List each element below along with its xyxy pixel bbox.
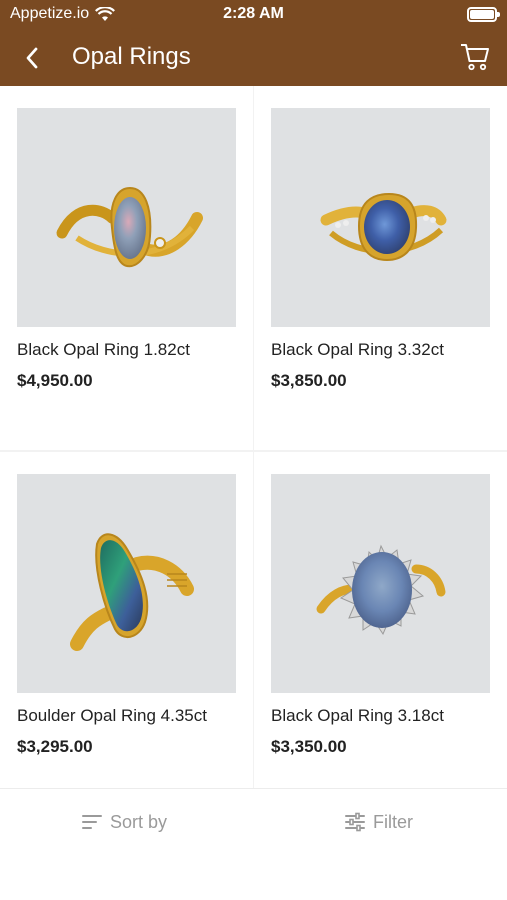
status-time: 2:28 AM <box>223 5 284 22</box>
opal-ring-photo <box>70 533 194 651</box>
product-price: $3,295.00 <box>17 737 93 756</box>
product-price: $4,950.00 <box>17 371 93 390</box>
product-image <box>17 108 236 327</box>
filter-button[interactable]: Filter <box>345 807 413 837</box>
product-price: $3,850.00 <box>271 371 347 390</box>
product-name: Black Opal Ring 1.82ct <box>17 340 190 359</box>
filter-icon <box>345 812 365 832</box>
bottom-toolbar: Sort by Filter <box>0 788 507 900</box>
app-header: Appetize.io 2:28 AM Opal Rings <box>0 0 507 86</box>
filter-label: Filter <box>373 811 413 832</box>
opal-ring-photo <box>56 186 203 268</box>
product-name: Black Opal Ring 3.18ct <box>271 706 444 725</box>
navigation-bar: Opal Rings <box>0 34 507 84</box>
product-grid: Black Opal Ring 1.82ct $4,950.00 Black O… <box>0 86 507 788</box>
product-image <box>271 108 490 327</box>
back-button[interactable] <box>14 40 50 76</box>
cart-icon <box>461 44 489 71</box>
product-name: Boulder Opal Ring 4.35ct <box>17 706 207 725</box>
product-card[interactable]: Black Opal Ring 1.82ct $4,950.00 <box>0 86 253 450</box>
product-card[interactable]: Black Opal Ring 3.18ct $3,350.00 <box>254 452 507 788</box>
page-title: Opal Rings <box>72 43 191 70</box>
sort-label: Sort by <box>110 811 168 832</box>
product-card[interactable]: Black Opal Ring 3.32ct $3,850.00 <box>254 86 507 450</box>
product-image <box>271 474 490 693</box>
sort-icon <box>82 815 102 829</box>
product-name: Black Opal Ring 3.32ct <box>271 340 444 359</box>
battery-icon <box>467 7 500 22</box>
product-card[interactable]: Boulder Opal Ring 4.35ct $3,295.00 <box>0 452 253 788</box>
opal-ring-photo <box>316 544 446 636</box>
sort-button[interactable]: Sort by <box>82 807 167 837</box>
status-bar: Appetize.io 2:28 AM <box>0 0 507 30</box>
opal-ring-photo <box>320 192 447 262</box>
product-list-screen: Appetize.io 2:28 AM Opal Rings Black Opa… <box>0 0 507 900</box>
cart-button[interactable] <box>457 39 493 75</box>
product-price: $3,350.00 <box>271 737 347 756</box>
chevron-left-icon <box>26 47 38 69</box>
product-image <box>17 474 236 693</box>
